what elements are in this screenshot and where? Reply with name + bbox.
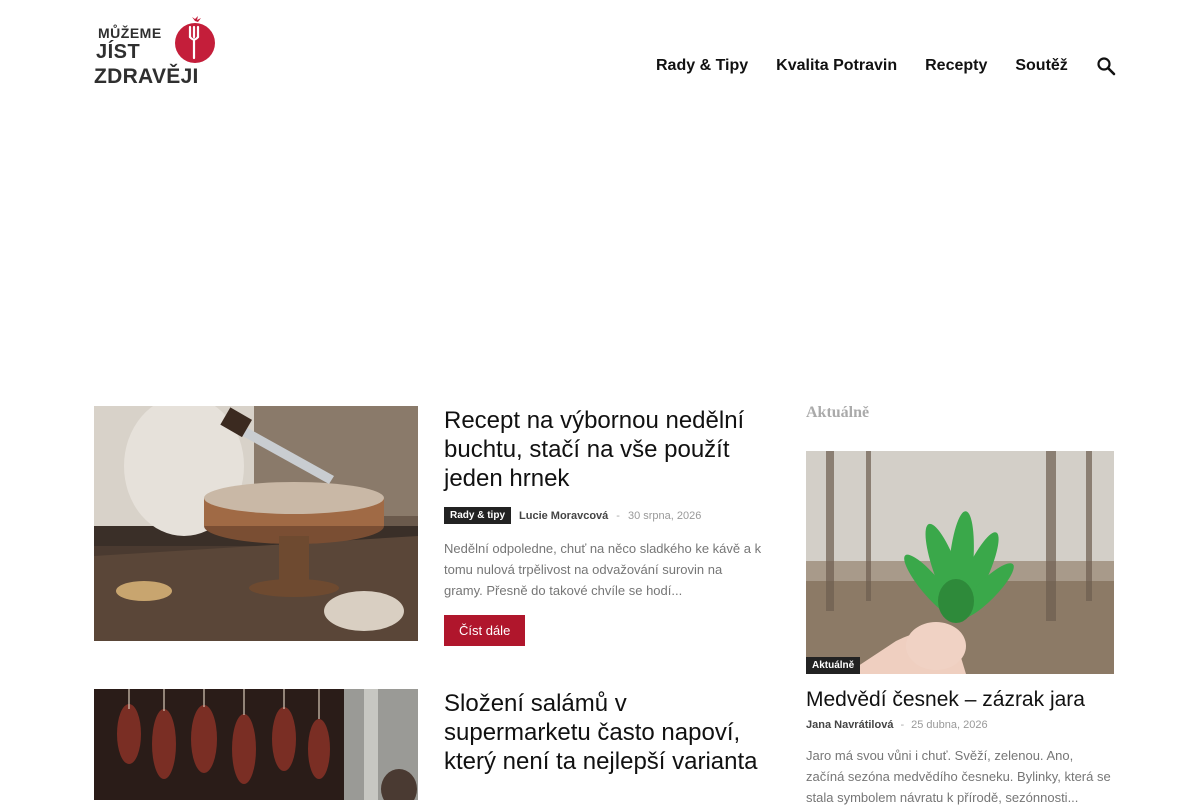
article-body: Složení salámů v supermarketu často napo… <box>444 689 762 776</box>
site-logo[interactable]: MŮŽEME JÍST ZDRAVĚJI <box>94 14 224 94</box>
wild-garlic-photo <box>806 451 1114 674</box>
category-badge[interactable]: Rady & tipy <box>444 507 512 524</box>
meta-separator: - <box>900 719 905 731</box>
article-card: Složení salámů v supermarketu často napo… <box>94 689 764 800</box>
pomegranate-fork-icon <box>175 16 215 63</box>
publish-date: 30 srpna, 2026 <box>627 509 702 522</box>
article-card: Recept na výbornou nedělní buchtu, stačí… <box>94 406 764 646</box>
salami-photo <box>94 689 418 800</box>
logo-line-2: JÍST <box>96 41 141 63</box>
sidebar-post-title[interactable]: Medvědí česnek – zázrak jara <box>806 687 1085 713</box>
sidebar-aktualne: Aktuálně Aktuálně Medvědí česnek – zázra… <box>806 404 1114 805</box>
nav-item-kvalita-potravin[interactable]: Kvalita Potravin <box>776 57 897 75</box>
article-excerpt: Nedělní odpoledne, chuť na něco sladkého… <box>444 541 762 598</box>
search-icon[interactable] <box>1096 56 1116 76</box>
article-meta: Rady & tipy Lucie Moravcová - 30 srpna, … <box>444 507 762 524</box>
logo-line-1: MŮŽEME <box>98 25 162 41</box>
nav-item-soutez[interactable]: Soutěž <box>1015 57 1067 75</box>
main-nav: Rady & Tipy Kvalita Potravin Recepty Sou… <box>656 57 1068 75</box>
nav-item-recepty[interactable]: Recepty <box>925 57 987 75</box>
logo-line-3: ZDRAVĚJI <box>94 65 199 88</box>
read-more-button[interactable]: Číst dále <box>444 615 526 646</box>
nav-item-rady-tipy[interactable]: Rady & Tipy <box>656 57 748 75</box>
article-image-salami[interactable] <box>94 689 418 800</box>
sidebar-heading: Aktuálně <box>806 404 870 421</box>
sidebar-post-excerpt: Jaro má svou vůni i chuť. Svěží, zelenou… <box>806 748 1111 805</box>
article-title[interactable]: Složení salámů v supermarketu často napo… <box>444 689 762 776</box>
author-name[interactable]: Jana Navrátilová <box>806 719 893 731</box>
author-name[interactable]: Lucie Moravcová <box>519 510 608 522</box>
ad-space <box>94 110 1114 380</box>
sidebar-post-image[interactable]: Aktuálně <box>806 451 1114 674</box>
publish-date: 25 dubna, 2026 <box>911 719 988 731</box>
article-image-cake[interactable] <box>94 406 418 641</box>
cake-photo <box>94 406 418 641</box>
meta-separator: - <box>616 509 620 522</box>
article-title[interactable]: Recept na výbornou nedělní buchtu, stačí… <box>444 406 762 493</box>
article-body: Recept na výbornou nedělní buchtu, stačí… <box>444 406 762 646</box>
category-badge[interactable]: Aktuálně <box>806 657 861 674</box>
sidebar-post-meta: Jana Navrátilová - 25 dubna, 2026 <box>806 719 988 731</box>
